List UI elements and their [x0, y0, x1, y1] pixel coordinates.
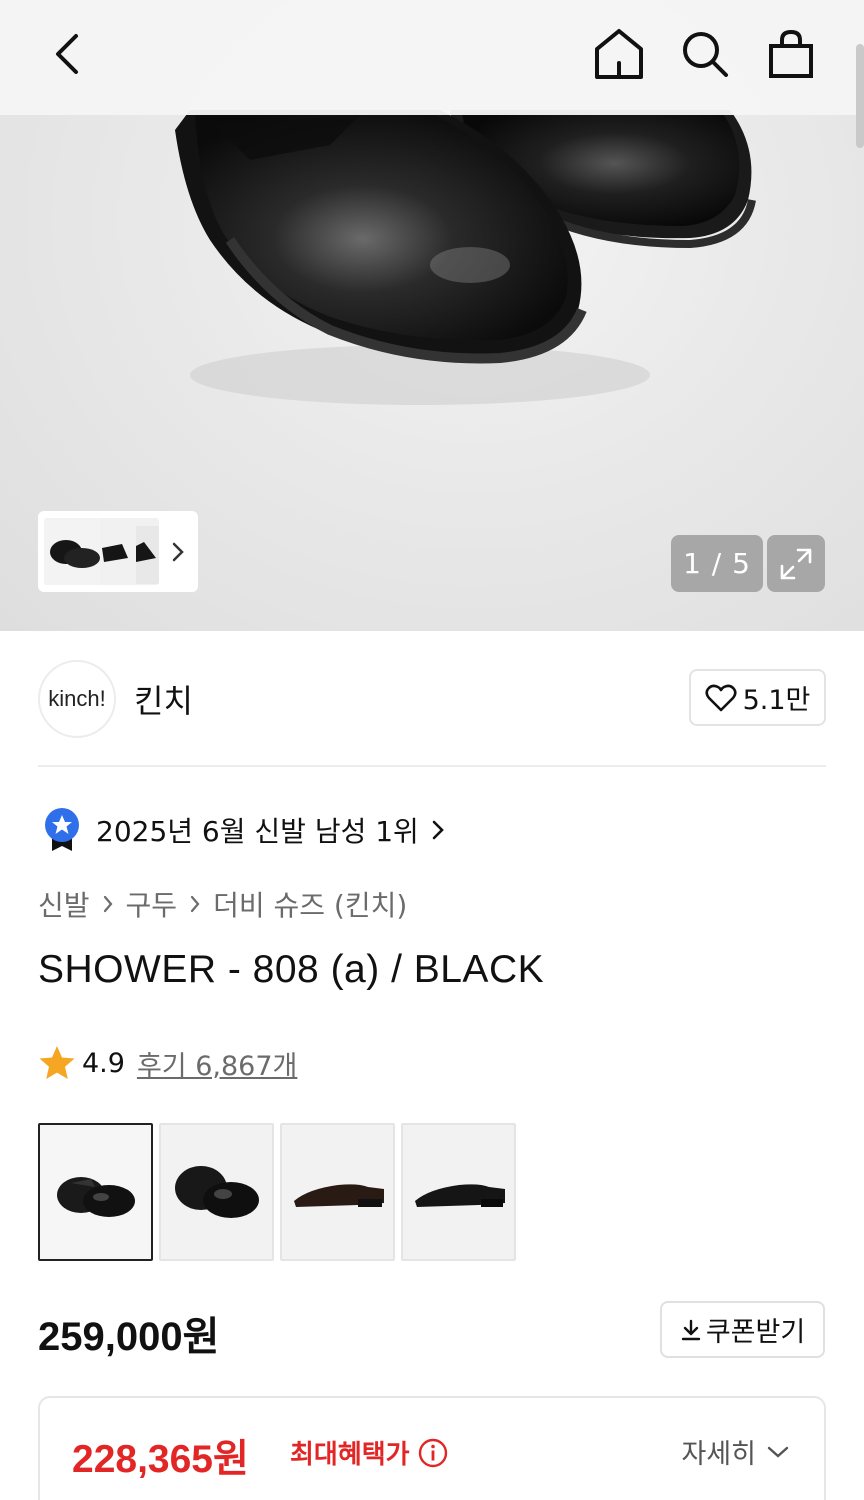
option-image [174, 1166, 259, 1218]
breadcrumb: 신발 구두 더비 슈즈 (킨치) [38, 884, 407, 924]
product-image-gallery[interactable]: 1 / 5 [0, 0, 864, 631]
color-option[interactable] [38, 1123, 153, 1261]
top-navigation-bar [0, 0, 864, 115]
divider [38, 765, 826, 767]
coupon-label: 쿠폰받기 [705, 1317, 806, 1348]
benefit-label: 최대혜택가 [290, 1440, 410, 1470]
option-image [56, 1177, 135, 1217]
color-option[interactable] [401, 1123, 516, 1261]
product-title: SHOWER - 808 (a) / BLACK [38, 948, 545, 991]
review-link[interactable]: 후기 6,867개 [137, 1044, 297, 1083]
home-button[interactable] [587, 22, 651, 86]
heart-icon [705, 684, 737, 711]
expand-icon [780, 548, 812, 579]
option-image [293, 1184, 384, 1207]
gallery-thumbnail-strip[interactable] [38, 511, 198, 592]
option-image [414, 1184, 505, 1207]
chevron-right-icon [189, 894, 201, 914]
like-button[interactable]: 5.1만 [689, 669, 826, 726]
detail-label: 자세히 [681, 1439, 756, 1470]
back-button[interactable] [36, 22, 100, 86]
product-price: 259,000원 [38, 1315, 220, 1359]
coupon-button[interactable]: 쿠폰받기 [660, 1301, 825, 1358]
download-icon [681, 1319, 701, 1340]
search-icon [683, 32, 728, 77]
color-options [38, 1123, 516, 1261]
benefit-price: 228,365원 [72, 1438, 249, 1481]
benefit-detail-toggle[interactable]: 자세히 [681, 1432, 790, 1471]
shopping-bag-icon [769, 29, 813, 78]
cart-button[interactable] [759, 22, 823, 86]
star-icon [39, 1046, 75, 1079]
chevron-left-icon [56, 34, 78, 74]
ranking-text: 2025년 6월 신발 남성 1위 [96, 815, 419, 848]
chevron-right-icon [432, 820, 444, 840]
brand-logo[interactable]: kinch! [38, 660, 116, 738]
chevron-right-icon [172, 542, 184, 561]
gallery-thumbnails [44, 518, 159, 585]
rating-score: 4.9 [82, 1047, 125, 1079]
search-button[interactable] [673, 22, 737, 86]
expand-button[interactable] [767, 535, 825, 592]
breadcrumb-item[interactable]: 더비 슈즈 (킨치) [213, 884, 407, 924]
chevron-down-icon [767, 1446, 789, 1458]
max-benefit-box: 228,365원 최대혜택가 자세히 [38, 1396, 826, 1500]
brand-row: kinch! 킨치 5.1만 [38, 660, 826, 738]
brand-name[interactable]: 킨치 [134, 676, 193, 722]
ranking-badge-link[interactable]: 2025년 6월 신발 남성 1위 [42, 806, 445, 854]
scrollbar[interactable] [856, 44, 864, 148]
home-icon [595, 29, 643, 79]
ranking-medal-icon [45, 808, 79, 851]
benefit-label-row: 최대혜택가 [290, 1434, 448, 1471]
like-count: 5.1만 [742, 685, 811, 716]
chevron-right-icon [102, 894, 114, 914]
color-option[interactable] [280, 1123, 395, 1261]
breadcrumb-item[interactable]: 구두 [126, 884, 178, 924]
breadcrumb-item[interactable]: 신발 [38, 884, 90, 924]
rating-row: 4.9 후기 6,867개 [38, 1043, 297, 1083]
image-counter: 1 / 5 [671, 535, 763, 592]
color-option[interactable] [159, 1123, 274, 1261]
info-icon[interactable] [418, 1438, 448, 1468]
